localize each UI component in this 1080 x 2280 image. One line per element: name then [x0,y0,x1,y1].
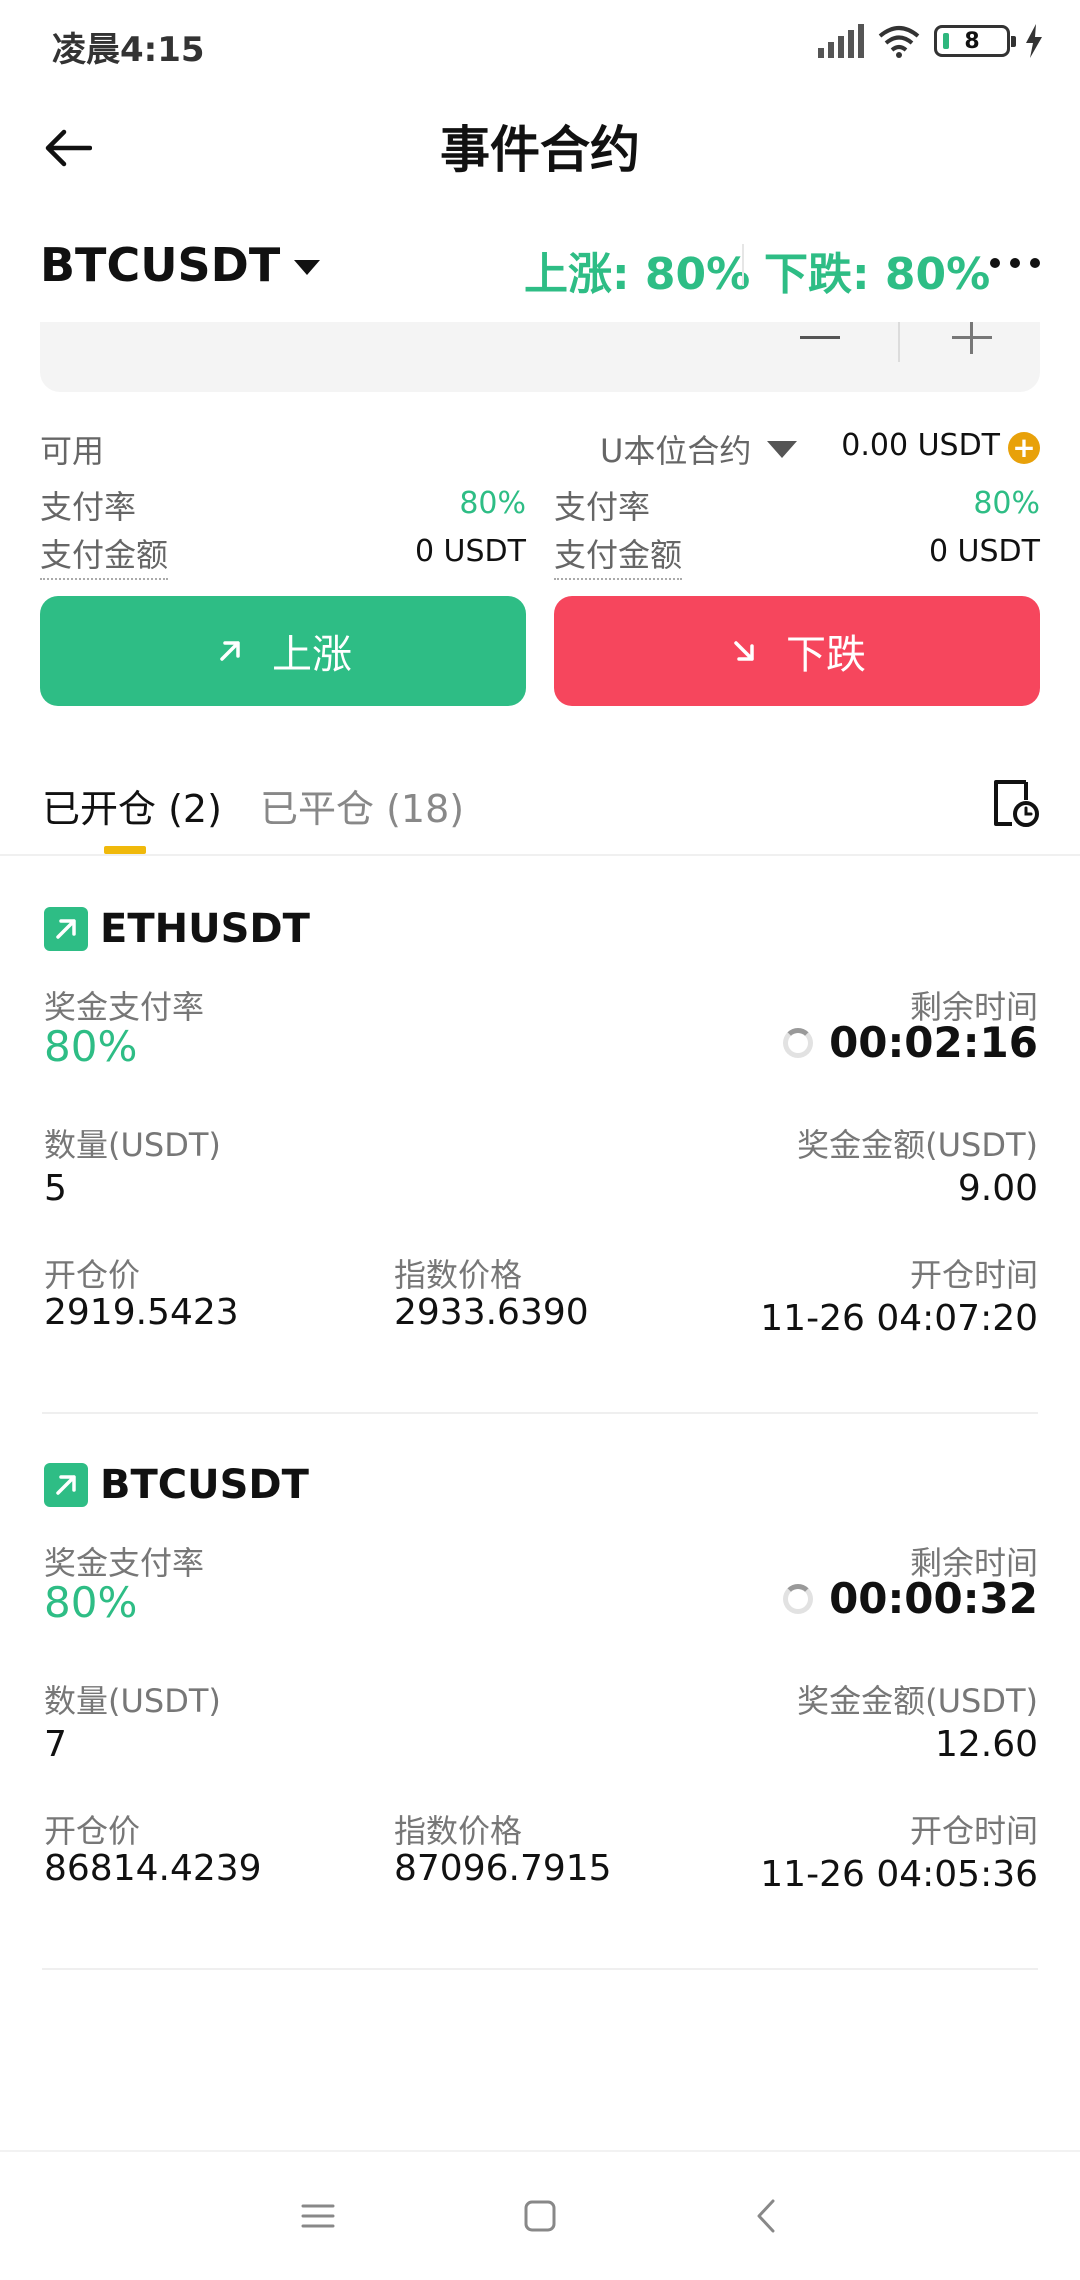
countdown: 00:02:16 [783,1018,1038,1067]
payout-rate-value: 80% [44,1022,138,1071]
history-icon[interactable] [990,774,1040,830]
reward-amount-label: 奖金金额(USDT) [797,1126,1038,1164]
system-back-button[interactable] [736,2186,796,2246]
fall-rate: 下跌: 80% [764,249,991,300]
countdown: 00:00:32 [783,1574,1038,1623]
status-icons: 8 [818,24,1044,58]
battery-icon: 8 [934,25,1016,57]
system-nav-bar [0,2150,1080,2280]
open-price-label: 开仓价 [44,1256,141,1294]
arrow-up-right-icon [220,641,240,661]
payout-rate-value: 80% [459,486,526,521]
open-price-label: 开仓价 [44,1812,141,1850]
wifi-icon [878,26,920,58]
tab-indicator [104,846,146,854]
payout-rate-value: 80% [44,1578,138,1627]
symbol-selector[interactable]: BTCUSDT [40,238,321,292]
payout-rate-label: 支付率 [40,488,137,526]
open-price-value: 2919.5423 [44,1292,239,1333]
square-icon [524,2200,556,2232]
more-dot-icon [1030,258,1040,268]
position-card[interactable]: BTCUSDT 奖金支付率 剩余时间 80% 00:00:32 数量(USDT)… [0,1414,1080,1970]
charging-icon [1026,24,1042,58]
payout-rate-label: 支付率 [554,488,651,526]
add-funds-icon[interactable]: + [1008,432,1040,464]
caret-down-icon [767,440,798,458]
payout-amount-value: 0 USDT [414,534,526,569]
available-row: 可用 U本位合约 0.00 USDT + [0,424,1080,474]
header: 事件合约 [0,90,1080,200]
amount-input[interactable] [40,322,1040,392]
rise-button[interactable]: 上涨 [40,596,526,706]
loading-spinner-icon [783,1583,814,1614]
contract-type-label: U本位合约 [600,432,752,470]
loading-spinner-icon [783,1027,814,1058]
position-header: ETHUSDT [44,906,310,952]
divider [898,322,900,362]
quantity-value: 5 [44,1168,67,1209]
position-card[interactable]: ETHUSDT 奖金支付率 剩余时间 80% 00:02:16 数量(USDT)… [0,858,1080,1414]
payout-info-rise: 支付率 80% 支付金额 0 USDT [40,478,526,580]
page-title: 事件合约 [440,121,640,179]
status-bar: 凌晨4:15 8 [0,0,1080,90]
more-button[interactable] [990,248,1040,278]
home-button[interactable] [510,2186,570,2246]
status-time: 凌晨4:15 [52,30,205,70]
chevron-left-icon [757,2199,775,2233]
open-time-value: 11-26 04:07:20 [760,1298,1038,1339]
index-price-value: 2933.6390 [394,1292,589,1333]
arrow-up-right-icon [44,1463,88,1507]
remaining-time-value: 00:00:32 [829,1574,1038,1623]
more-dot-icon [1010,258,1020,268]
index-price-label: 指数价格 [394,1256,523,1294]
payout-amount-label[interactable]: 支付金额 [40,530,169,580]
quantity-label: 数量(USDT) [44,1126,221,1164]
payout-info-fall: 支付率 80% 支付金额 0 USDT [554,478,1040,580]
market-header: BTCUSDT 上涨: 80% 下跌: 80% [0,230,1080,300]
available-label: 可用 [40,432,105,470]
quantity-label: 数量(USDT) [44,1682,221,1720]
menu-icon [301,2204,335,2228]
caret-down-icon [294,259,321,275]
decrease-button[interactable] [798,322,842,362]
index-price-value: 87096.7915 [394,1848,612,1889]
increase-button[interactable] [950,322,994,366]
arrow-down-right-icon [734,641,754,661]
rise-rate: 上涨: 80% [524,249,751,300]
fall-button-label: 下跌 [786,632,866,678]
tab-open-positions[interactable]: 已开仓 (2) [42,778,222,833]
divider [42,1968,1038,1970]
fall-button[interactable]: 下跌 [554,596,1040,706]
divider [742,244,744,286]
position-symbol: BTCUSDT [100,1462,309,1508]
quantity-value: 7 [44,1724,67,1765]
rise-button-label: 上涨 [272,632,352,678]
reward-amount-label: 奖金金额(USDT) [797,1682,1038,1720]
signal-icon [818,24,864,58]
open-time-label: 开仓时间 [909,1256,1038,1294]
available-balance: 0.00 USDT [841,428,1000,463]
recent-apps-button[interactable] [288,2186,348,2246]
contract-type-selector[interactable]: U本位合约 [600,426,798,472]
remaining-time-value: 00:02:16 [829,1018,1038,1067]
symbol-name: BTCUSDT [40,238,281,292]
tab-closed-positions[interactable]: 已平仓 (18) [260,778,464,833]
position-symbol: ETHUSDT [100,906,310,952]
arrow-up-right-icon [44,907,88,951]
payout-rate-value: 80% [973,486,1040,521]
reward-amount-value: 9.00 [957,1168,1038,1209]
payout-amount-value: 0 USDT [928,534,1040,569]
open-time-label: 开仓时间 [909,1812,1038,1850]
index-price-label: 指数价格 [394,1812,523,1850]
position-tabs: 已开仓 (2) 已平仓 (18) [0,760,1080,856]
payout-amount-label[interactable]: 支付金额 [554,530,683,580]
open-time-value: 11-26 04:05:36 [760,1854,1038,1895]
more-dot-icon [990,258,1000,268]
position-header: BTCUSDT [44,1462,309,1508]
open-price-value: 86814.4239 [44,1848,262,1889]
reward-amount-value: 12.60 [934,1724,1038,1765]
